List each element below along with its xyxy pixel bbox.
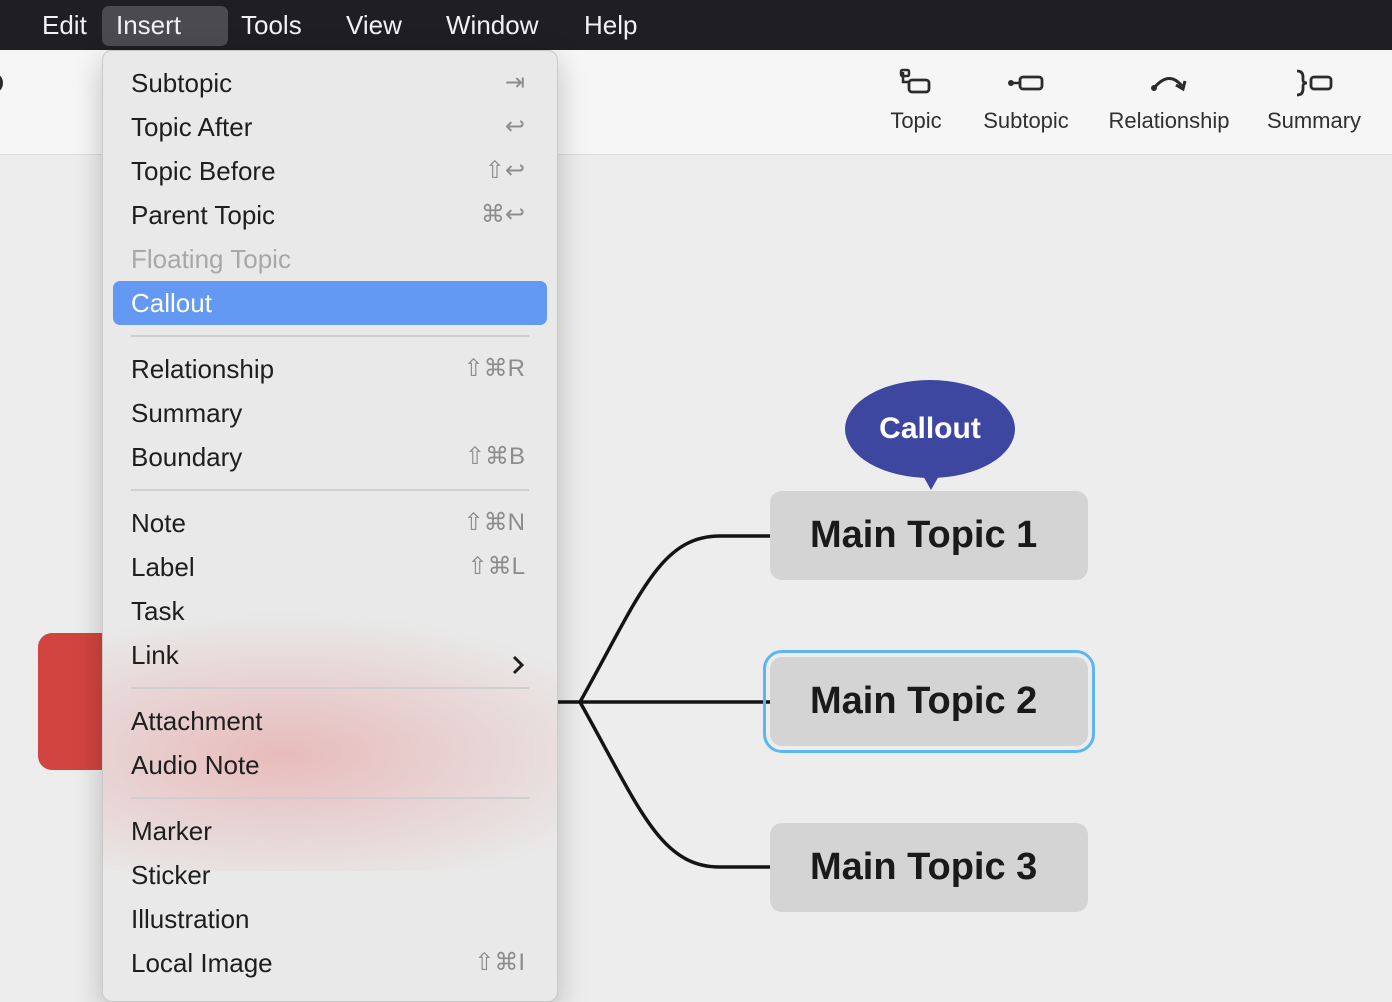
menu-item-floating-topic: Floating Topic bbox=[113, 237, 547, 281]
menu-item-callout[interactable]: Callout bbox=[113, 281, 547, 325]
menu-tools[interactable]: Tools bbox=[227, 6, 316, 46]
summary-brace-icon bbox=[1262, 68, 1366, 98]
menu-item-label: Callout bbox=[131, 288, 212, 318]
menu-item-link[interactable]: Link bbox=[113, 633, 547, 677]
menu-item-label: Sticker bbox=[131, 860, 211, 890]
menu-item-label: Boundary bbox=[131, 442, 243, 472]
insert-subtopic-icon bbox=[976, 68, 1076, 98]
menu-item-subtopic[interactable]: Subtopic ⇥ bbox=[113, 61, 547, 105]
menu-item-local-image[interactable]: Local Image ⇧⌘I bbox=[113, 941, 547, 985]
menu-item-task[interactable]: Task bbox=[113, 589, 547, 633]
menu-item-parent-topic[interactable]: Parent Topic ⌘↩ bbox=[113, 193, 547, 237]
menu-separator bbox=[131, 335, 529, 337]
chevron-right-icon bbox=[511, 645, 525, 689]
toolbar-topic-label: Topic bbox=[890, 108, 942, 133]
toolbar-topic-button[interactable]: Topic bbox=[878, 68, 954, 134]
menu-item-label: Summary bbox=[131, 398, 243, 428]
menu-item-topic-after[interactable]: Topic After ↩ bbox=[113, 105, 547, 149]
shortcut-hint: ⇧⌘R bbox=[463, 355, 525, 382]
toolbar-relationship-button[interactable]: Relationship bbox=[1102, 68, 1236, 134]
shortcut-hint: ⇧⌘I bbox=[474, 949, 525, 976]
menu-separator bbox=[131, 489, 529, 491]
menu-insert[interactable]: Insert bbox=[102, 6, 228, 46]
menu-item-sticker[interactable]: Sticker bbox=[113, 853, 547, 897]
toolbar-relationship-label: Relationship bbox=[1108, 108, 1230, 133]
menu-item-label: Relationship bbox=[131, 354, 275, 384]
shortcut-hint: ⇧⌘B bbox=[464, 443, 525, 470]
menu-separator bbox=[131, 797, 529, 799]
insert-menu-dropdown: Subtopic ⇥ Topic After ↩ Topic Before ⇧↩… bbox=[102, 50, 558, 1002]
toolbar-summary-button[interactable]: Summary bbox=[1262, 68, 1366, 134]
toolbar-subtopic-label: Subtopic bbox=[983, 108, 1069, 133]
toolbar-subtopic-button[interactable]: Subtopic bbox=[976, 68, 1076, 134]
menu-item-label: Label bbox=[131, 552, 195, 582]
menu-item-label-item[interactable]: Label ⇧⌘L bbox=[113, 545, 547, 589]
menu-item-topic-before[interactable]: Topic Before ⇧↩ bbox=[113, 149, 547, 193]
menu-item-label: Marker bbox=[131, 816, 212, 846]
main-topic-2[interactable]: Main Topic 2 bbox=[763, 650, 1095, 753]
main-topic-1[interactable]: Main Topic 1 bbox=[770, 491, 1088, 580]
callout-pointer bbox=[922, 474, 940, 490]
shortcut-hint: ⇧↩ bbox=[484, 157, 525, 184]
shortcut-hint: ⌘↩ bbox=[480, 201, 525, 228]
shortcut-hint: ⇧⌘N bbox=[463, 509, 525, 536]
menu-item-attachment[interactable]: Attachment bbox=[113, 699, 547, 743]
shortcut-hint: ↩ bbox=[504, 113, 525, 140]
menu-item-note[interactable]: Note ⇧⌘N bbox=[113, 501, 547, 545]
menu-item-marker[interactable]: Marker bbox=[113, 809, 547, 853]
menu-view[interactable]: View bbox=[332, 6, 416, 46]
menu-item-audio-note[interactable]: Audio Note bbox=[113, 743, 547, 787]
insert-topic-icon bbox=[878, 68, 954, 98]
toolbar-summary-label: Summary bbox=[1266, 108, 1362, 133]
relationship-curve-icon bbox=[1102, 68, 1236, 98]
menu-item-label: Parent Topic bbox=[131, 200, 276, 230]
menu-item-label: Topic After bbox=[131, 112, 253, 142]
menu-item-label: Illustration bbox=[131, 904, 250, 934]
menu-item-label: Task bbox=[131, 596, 185, 626]
main-topic-3[interactable]: Main Topic 3 bbox=[770, 823, 1088, 912]
menu-bar: Edit Insert Tools View Window Help bbox=[0, 0, 1392, 50]
clipped-toolbar-icon[interactable] bbox=[0, 68, 12, 106]
menu-edit[interactable]: Edit bbox=[28, 6, 101, 46]
menu-item-label: Floating Topic bbox=[131, 244, 291, 274]
menu-help[interactable]: Help bbox=[570, 6, 651, 46]
menu-item-summary[interactable]: Summary bbox=[113, 391, 547, 435]
shortcut-hint: ⇥ bbox=[504, 69, 525, 96]
menu-item-boundary[interactable]: Boundary ⇧⌘B bbox=[113, 435, 547, 479]
menu-item-label: Topic Before bbox=[131, 156, 276, 186]
menu-item-illustration[interactable]: Illustration bbox=[113, 897, 547, 941]
menu-item-relationship[interactable]: Relationship ⇧⌘R bbox=[113, 347, 547, 391]
menu-item-label: Local Image bbox=[131, 948, 273, 978]
menu-item-label: Note bbox=[131, 508, 186, 538]
menu-item-label: Link bbox=[131, 640, 179, 670]
menu-item-label: Subtopic bbox=[131, 68, 233, 98]
menu-separator bbox=[131, 687, 529, 689]
shortcut-hint: ⇧⌘L bbox=[467, 553, 525, 580]
callout-bubble[interactable]: Callout bbox=[845, 380, 1015, 478]
menu-item-label: Attachment bbox=[131, 706, 263, 736]
menu-window[interactable]: Window bbox=[432, 6, 552, 46]
menu-item-label: Audio Note bbox=[131, 750, 260, 780]
